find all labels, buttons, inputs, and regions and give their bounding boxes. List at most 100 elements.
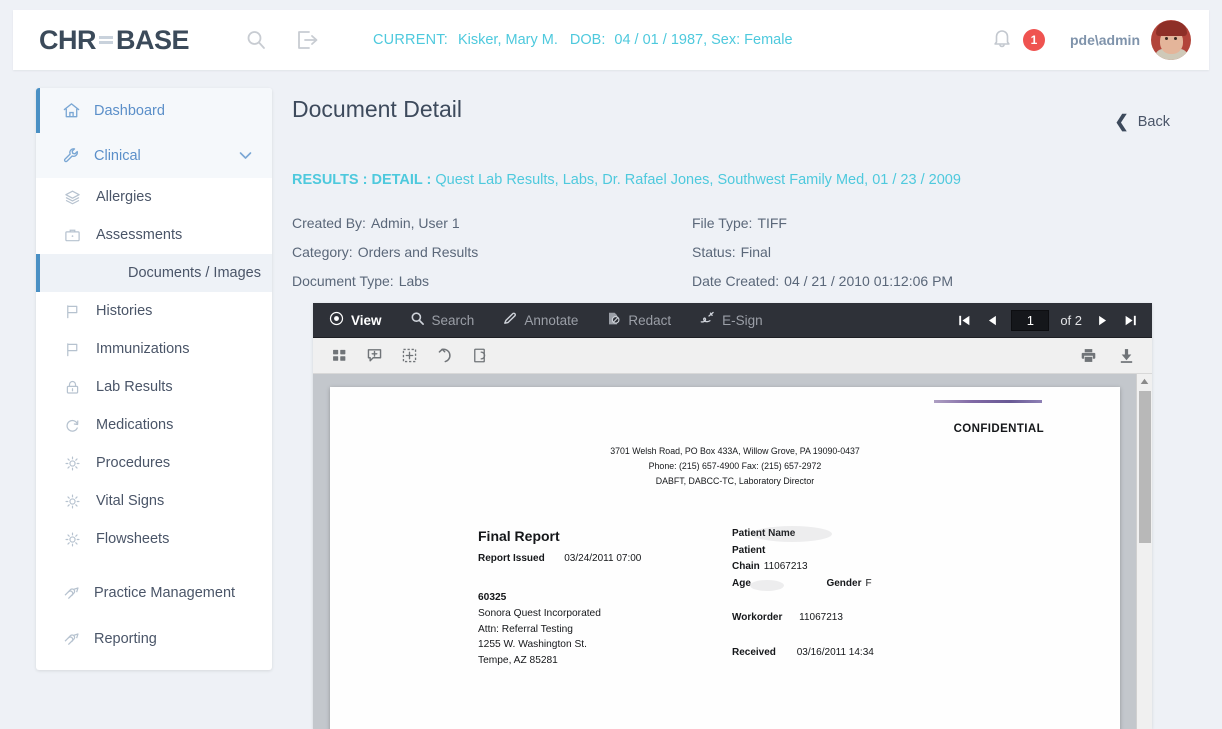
chevron-down-icon[interactable]: [239, 148, 252, 164]
print-icon[interactable]: [1076, 344, 1100, 368]
current-label: CURRENT:: [373, 32, 448, 48]
tab-search[interactable]: Search: [396, 303, 489, 337]
sidebar-item-immunizations[interactable]: Immunizations: [36, 330, 272, 368]
workorder-value: 11067213: [799, 612, 843, 623]
logo-text-right: BASE: [116, 24, 190, 55]
rotate-icon[interactable]: [432, 344, 456, 368]
sidebar-item-practice-management[interactable]: Practice Management: [36, 570, 272, 616]
metadata-value: Final: [740, 243, 771, 260]
sidebar-item-label: Vital Signs: [96, 493, 165, 509]
sidebar-item-procedures[interactable]: Procedures: [36, 444, 272, 482]
magnifier-icon: [410, 311, 425, 329]
sidebar-item-reporting[interactable]: Reporting: [36, 616, 272, 662]
notification-bell-icon[interactable]: [992, 27, 1012, 53]
tab-label: Annotate: [524, 312, 579, 328]
gender-key: Gender: [826, 577, 862, 589]
sidebar-item-label: Procedures: [96, 455, 171, 471]
sender-city: Tempe, AZ 85281: [478, 655, 558, 667]
patient-value: Patient: [732, 544, 766, 556]
sidebar-item-label: Medications: [96, 417, 174, 433]
sidebar-item-label: Documents / Images: [128, 265, 261, 281]
metadata-key: Status:: [692, 243, 736, 260]
breadcrumb: RESULTS : DETAIL : Quest Lab Results, La…: [292, 172, 1192, 188]
tab-e-sign[interactable]: E-Sign: [685, 303, 777, 337]
current-patient-banner[interactable]: CURRENT: Kisker, Mary M. DOB: 04 / 01 / …: [373, 32, 793, 48]
scrollbar-thumb[interactable]: [1139, 391, 1151, 543]
sidebar-item-documents-images[interactable]: Documents / Images: [36, 254, 272, 292]
app-logo[interactable]: CHR BASE: [39, 24, 190, 56]
scroll-up-arrow-icon[interactable]: [1137, 374, 1152, 389]
report-issued-value: 03/24/2011 07:00: [564, 553, 642, 564]
prev-page-icon[interactable]: [978, 303, 1006, 338]
sidebar-item-lab-results[interactable]: Lab Results: [36, 368, 272, 406]
search-icon[interactable]: [244, 28, 268, 52]
gender-value: F: [865, 577, 872, 589]
signature-icon: [699, 311, 715, 329]
workorder-key: Workorder: [732, 612, 783, 623]
sidebar-item-label: Clinical: [94, 147, 141, 164]
metadata-row: File Type: TIFF: [692, 208, 1092, 237]
tab-label: Redact: [628, 312, 672, 328]
sidebar-item-dashboard[interactable]: Dashboard: [36, 88, 272, 133]
tab-redact[interactable]: Redact: [592, 303, 685, 337]
metadata-row: Date Created: 04 / 21 / 2010 01:12:06 PM: [692, 266, 1092, 295]
sidebar-item-assessments[interactable]: Assessments: [36, 216, 272, 254]
sidebar-item-label: Flowsheets: [96, 531, 170, 547]
dob-label: DOB:: [569, 32, 606, 48]
document-confidential-stamp: CONFIDENTIAL: [953, 423, 1044, 435]
sidebar-item-allergies[interactable]: Allergies: [36, 178, 272, 216]
notification-badge[interactable]: 1: [1022, 29, 1045, 51]
download-icon[interactable]: [1114, 344, 1138, 368]
top-header-bar: CHR BASE CURRENT: Kisker, Mary M. DOB: 0…: [13, 10, 1209, 70]
redact-icon: [606, 311, 621, 329]
add-note-icon[interactable]: [362, 344, 386, 368]
chain-value: 11067213: [763, 561, 808, 572]
metadata-key: Date Created:: [692, 272, 780, 289]
sidebar-item-label: Reporting: [94, 631, 157, 647]
viewer-toolbar-primary: View Search Annotate Redact E-Sign 1 of …: [313, 303, 1152, 338]
tab-label: View: [351, 312, 382, 328]
metadata-column-right: File Type: TIFF Status: Final Date Creat…: [692, 208, 1092, 295]
flag-icon: [64, 341, 92, 358]
next-page-icon[interactable]: [1088, 303, 1116, 338]
sidebar-item-vital-signs[interactable]: Vital Signs: [36, 482, 272, 520]
chain-row: Chain 11067213: [732, 561, 874, 572]
tab-annotate[interactable]: Annotate: [488, 303, 592, 337]
metadata-column-left: Created By: Admin, User 1 Category: Orde…: [292, 208, 692, 295]
lock-icon: [64, 379, 92, 396]
avatar[interactable]: [1151, 20, 1191, 60]
tab-view[interactable]: View: [313, 303, 396, 337]
gear-icon: [64, 455, 92, 472]
metadata-row: Created By: Admin, User 1: [292, 208, 692, 237]
sidebar-item-histories[interactable]: Histories: [36, 292, 272, 330]
sidebar-item-medications[interactable]: Medications: [36, 406, 272, 444]
sidebar-item-flowsheets[interactable]: Flowsheets: [36, 520, 272, 558]
page-number-input[interactable]: 1: [1011, 309, 1050, 331]
last-page-icon[interactable]: [1116, 303, 1144, 338]
sidebar-item-clinical[interactable]: Clinical: [36, 133, 272, 178]
layers-icon: [64, 189, 92, 206]
flag-icon: [64, 303, 92, 320]
briefcase-icon: [64, 227, 92, 244]
workorder-row: Workorder 11067213: [732, 612, 874, 623]
eye-icon: [329, 311, 344, 329]
viewer-vertical-scrollbar[interactable]: [1136, 374, 1152, 729]
sidebar-item-label: Histories: [96, 303, 153, 319]
logout-icon[interactable]: [294, 28, 320, 52]
gear-icon: [64, 493, 92, 510]
sender-name: Sonora Quest Incorporated: [478, 607, 601, 619]
header-right-group: 1 pde\admin: [992, 20, 1191, 60]
page-fit-icon[interactable]: [467, 344, 491, 368]
sidebar-item-label: Practice Management: [94, 585, 236, 601]
received-key: Received: [732, 646, 776, 658]
avatar-eye-right: [1174, 37, 1177, 40]
select-region-icon[interactable]: [397, 344, 421, 368]
thumbnails-icon[interactable]: [327, 344, 351, 368]
username-label[interactable]: pde\admin: [1070, 32, 1140, 48]
home-icon: [62, 101, 90, 120]
sidebar: Dashboard Clinical Allergies Assessments…: [36, 88, 272, 670]
first-page-icon[interactable]: [950, 303, 978, 338]
back-button[interactable]: ❮ Back: [1115, 112, 1171, 132]
sidebar-item-label: Allergies: [96, 189, 152, 205]
viewer-canvas[interactable]: CONFIDENTIAL 3701 Welsh Road, PO Box 433…: [313, 374, 1152, 729]
